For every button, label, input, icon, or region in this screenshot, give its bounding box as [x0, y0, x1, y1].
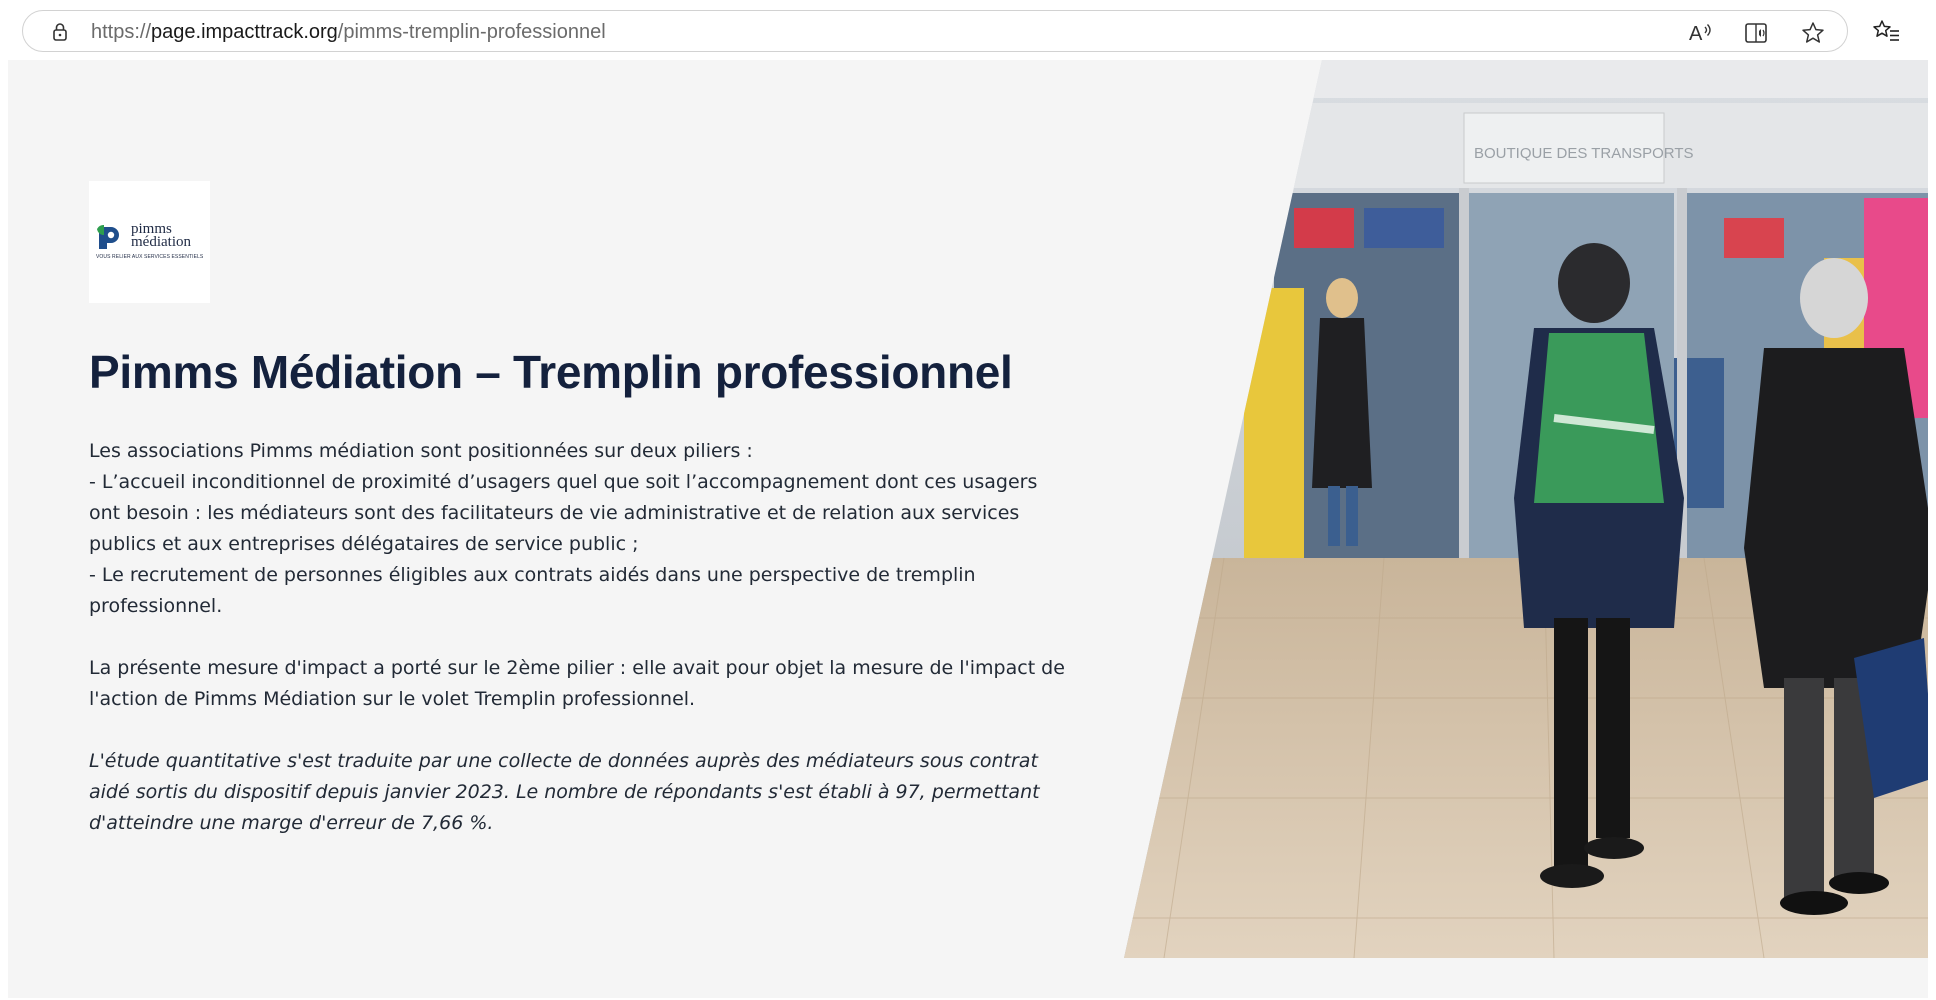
url-host: page.impacttrack.org	[151, 21, 338, 43]
favorite-star-icon[interactable]	[1799, 19, 1827, 47]
page-title: Pimms Médiation – Tremplin professionnel	[89, 346, 1013, 398]
shop-sign: BOUTIQUE DES TRANSPORTS	[1474, 145, 1694, 162]
measure-paragraph: La présente mesure d'impact a porté sur …	[89, 657, 1065, 710]
immersive-reader-icon[interactable]	[1743, 19, 1771, 47]
lock-icon[interactable]	[49, 21, 71, 43]
url-text[interactable]: https://page.impacttrack.org/pimms-tremp…	[91, 21, 606, 43]
read-aloud-icon[interactable]: A	[1687, 19, 1715, 47]
description: Les associations Pimms médiation sont po…	[89, 436, 1069, 839]
favorites-bar-icon[interactable]	[1870, 16, 1902, 46]
address-bar[interactable]: https://page.impacttrack.org/pimms-tremp…	[22, 10, 1848, 52]
logo-line-2: médiation	[131, 234, 191, 250]
pimms-logo[interactable]: pimms médiation VOUS RELIER AUX SERVICES…	[89, 181, 210, 303]
url-scheme: https://	[91, 21, 152, 43]
pillar-2: - Le recrutement de personnes éligibles …	[89, 564, 976, 617]
url-path: /pimms-tremplin-professionnel	[337, 21, 606, 43]
svg-text:A: A	[1689, 23, 1703, 45]
hero-photo: BOUTIQUE DES TRANSPORTS	[1124, 60, 1928, 958]
browser-toolbar: https://page.impacttrack.org/pimms-tremp…	[0, 0, 1936, 60]
logo-wordmark: pimms médiation	[131, 222, 191, 250]
logo-tagline: VOUS RELIER AUX SERVICES ESSENTIELS	[96, 254, 204, 260]
intro-paragraph: Les associations Pimms médiation sont po…	[89, 440, 753, 462]
logo-mark-icon	[97, 224, 119, 249]
page-content: pimms médiation VOUS RELIER AUX SERVICES…	[8, 60, 1928, 998]
pillar-1: - L’accueil inconditionnel de proximité …	[89, 471, 1038, 555]
study-paragraph: L'étude quantitative s'est traduite par …	[89, 750, 1040, 834]
